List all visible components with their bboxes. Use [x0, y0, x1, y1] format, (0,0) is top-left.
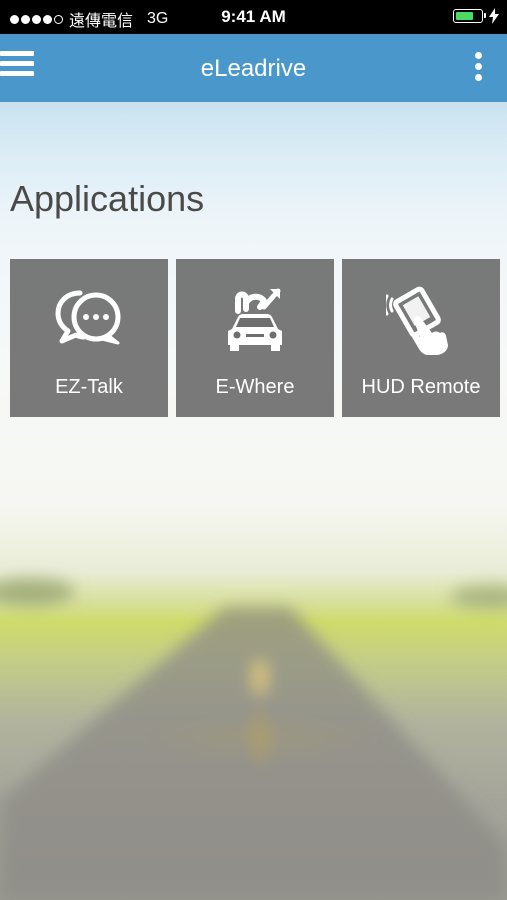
app-tile-e-where[interactable]: E-Where: [176, 259, 334, 417]
chat-bubbles-icon: [55, 290, 121, 345]
app-label: EZ-Talk: [55, 376, 123, 398]
car-location-icon: [228, 288, 282, 351]
section-title: Applications: [10, 178, 205, 219]
more-vertical-icon[interactable]: [473, 52, 483, 84]
main-content: Applications EZ-Talk E-Where HUD Remote: [0, 102, 507, 900]
road-background: [0, 578, 507, 900]
charging-bolt-icon: [489, 8, 499, 24]
app-label: E-Where: [215, 376, 295, 398]
app-title: eLeadrive: [200, 55, 307, 82]
status-time: 9:41 AM: [221, 7, 286, 26]
app-tile-hud-remote[interactable]: HUD Remote: [342, 259, 500, 417]
hand-phone-icon: [386, 286, 448, 355]
app-header: eLeadrive: [0, 34, 507, 102]
battery-icon: [453, 9, 486, 23]
app-tile-ez-talk[interactable]: EZ-Talk: [10, 259, 168, 417]
status-bar: 遠傳電信 3G 9:41 AM: [0, 0, 507, 34]
app-label: HUD Remote: [361, 376, 481, 398]
